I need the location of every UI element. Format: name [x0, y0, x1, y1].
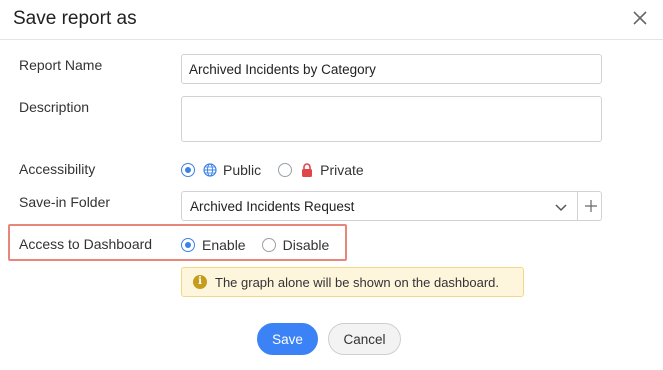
select-divider [577, 192, 578, 220]
enable-label: Enable [202, 237, 246, 253]
globe-icon [203, 163, 217, 177]
disable-radio[interactable] [261, 238, 276, 252]
disable-label: Disable [282, 237, 330, 253]
accessibility-label: Accessibility [19, 161, 96, 177]
report-name-input[interactable] [181, 54, 602, 84]
folder-select[interactable]: Archived Incidents Request [181, 191, 602, 221]
cancel-button[interactable]: Cancel [328, 323, 401, 355]
description-label: Description [19, 99, 90, 115]
enable-radio[interactable] [181, 238, 195, 252]
close-icon[interactable] [630, 8, 650, 28]
save-in-folder-label: Save-in Folder [19, 194, 111, 210]
accessibility-radio-group: Public Private [181, 162, 364, 178]
dashboard-info-note: i The graph alone will be shown on the d… [181, 267, 524, 297]
enable-option[interactable]: Enable [181, 237, 246, 253]
save-button[interactable]: Save [257, 323, 318, 355]
lock-icon [302, 162, 313, 177]
dashboard-radio-group: Enable Disable [181, 237, 329, 253]
private-radio[interactable] [278, 163, 293, 177]
description-textarea[interactable] [181, 96, 602, 142]
report-name-label: Report Name [19, 57, 103, 73]
info-text: The graph alone will be shown on the das… [215, 274, 500, 290]
info-icon: i [193, 275, 207, 289]
public-option[interactable]: Public [181, 162, 261, 178]
public-label: Public [223, 162, 262, 178]
public-radio[interactable] [181, 163, 195, 177]
folder-select-value: Archived Incidents Request [190, 199, 355, 214]
chevron-down-icon[interactable] [554, 200, 568, 214]
dialog-header: Save report as [0, 0, 663, 40]
dialog-title: Save report as [13, 8, 137, 29]
private-label: Private [320, 162, 364, 178]
disable-option[interactable]: Disable [261, 237, 330, 253]
save-report-dialog: Save report as Report Name Description A… [0, 0, 663, 370]
plus-icon[interactable] [580, 192, 602, 220]
private-option[interactable]: Private [278, 162, 364, 178]
access-to-dashboard-label: Access to Dashboard [19, 236, 153, 252]
